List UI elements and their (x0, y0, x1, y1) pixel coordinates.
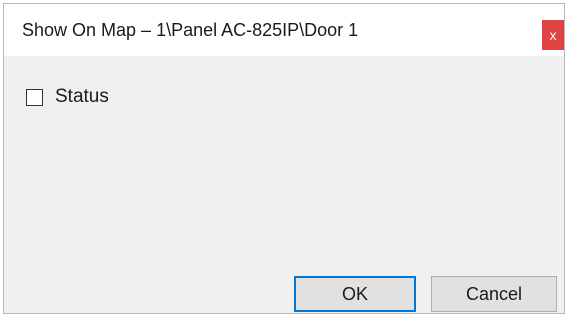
window-title: Show On Map – 1\Panel AC-825IP\Door 1 (22, 20, 359, 40)
close-icon: x (549, 27, 557, 43)
dialog-content: Status OK Cancel (4, 56, 564, 313)
ok-button[interactable]: OK (294, 276, 416, 312)
close-button[interactable]: x (542, 20, 564, 50)
status-checkbox-label[interactable]: Status (55, 86, 109, 108)
status-checkbox[interactable] (26, 88, 43, 106)
show-on-map-dialog: Show On Map – 1\Panel AC-825IP\Door 1 x … (3, 3, 565, 314)
status-checkbox-row[interactable]: Status (26, 86, 109, 108)
cancel-button[interactable]: Cancel (431, 276, 557, 312)
title-bar: Show On Map – 1\Panel AC-825IP\Door 1 x (4, 4, 564, 56)
